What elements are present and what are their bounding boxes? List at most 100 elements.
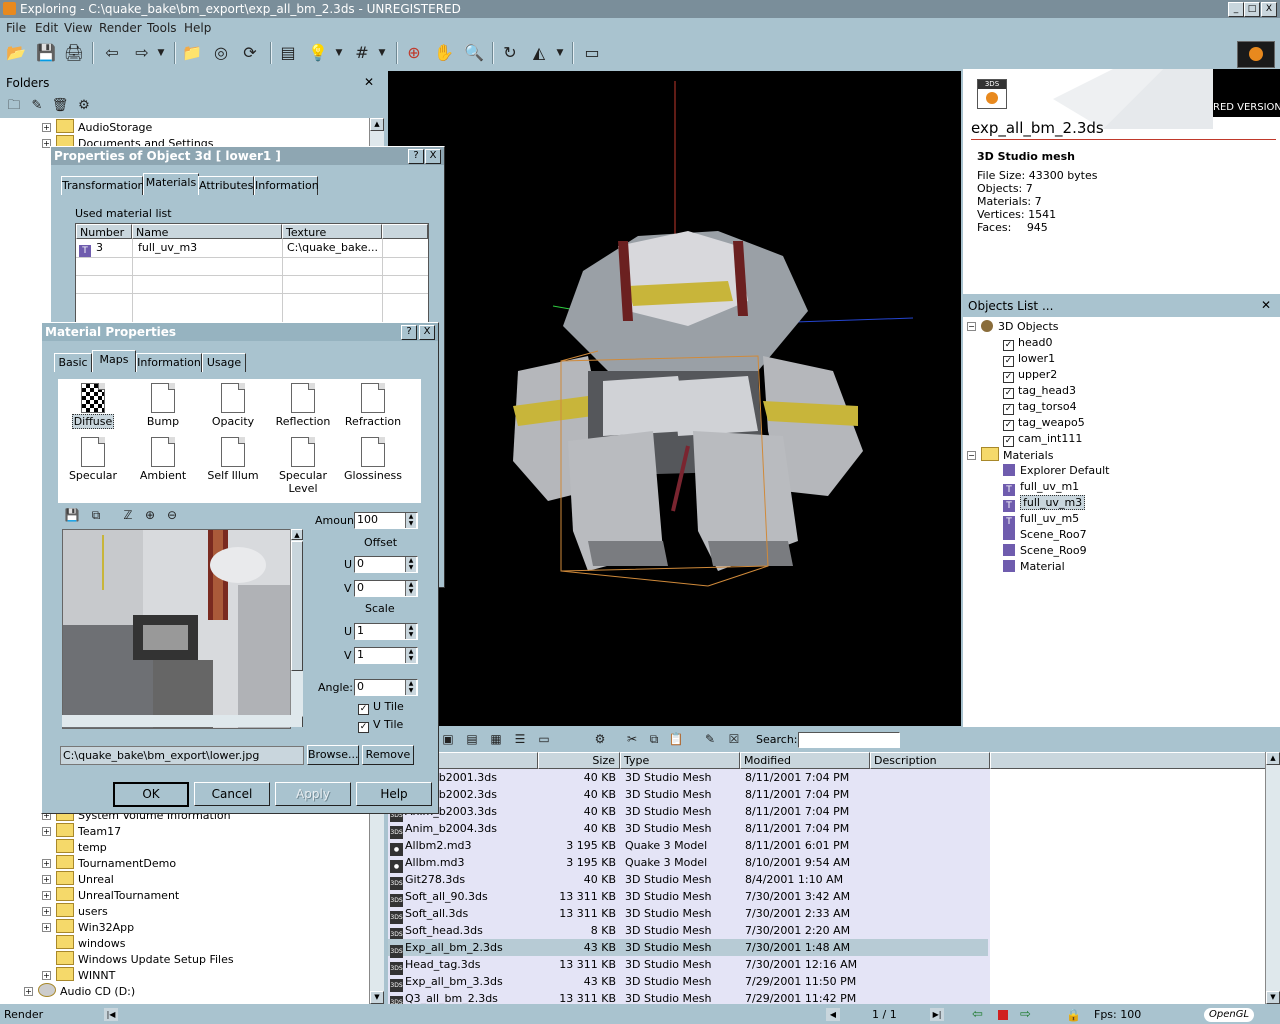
tree-root-objects[interactable]: −3D Objects — [967, 319, 1059, 335]
zoom-icon[interactable]: 🔍 — [462, 41, 486, 65]
material-row[interactable]: T3 full_uv_m3 C:\quake_bake... — [76, 239, 428, 258]
amount-stepper[interactable]: ▲ ▼ — [405, 513, 416, 528]
tree-root-materials[interactable]: − Materials — [967, 447, 1053, 463]
texture-preview-hscroll[interactable] — [62, 715, 302, 727]
tree-item[interactable]: + Audio CD (D:) — [24, 983, 135, 999]
page-prev-icon[interactable]: ◀ — [826, 1008, 840, 1021]
file-row[interactable]: 3DS Exp_all_bm_3.3ds 43 KB 3D Studio Mesh 7/… — [388, 973, 988, 992]
delete-icon[interactable]: ☒ — [722, 729, 746, 749]
tab-transformation[interactable]: Transformation — [61, 176, 145, 195]
tree-item[interactable]: + users — [42, 903, 108, 919]
tab-usage[interactable]: Usage — [202, 353, 246, 372]
close-button[interactable]: X — [1261, 2, 1277, 17]
print-icon[interactable]: 🖨 — [62, 41, 86, 65]
tab-information[interactable]: Information — [254, 176, 319, 195]
tree-item[interactable]: + Team17 — [42, 823, 121, 839]
menu-edit[interactable]: Edit — [35, 21, 58, 35]
stop-icon[interactable] — [998, 1010, 1008, 1020]
tab-maps[interactable]: Maps — [92, 350, 136, 372]
copy-icon[interactable]: ⧉ — [642, 729, 666, 749]
tree-item[interactable]: temp — [42, 839, 107, 855]
col-number[interactable]: Number — [76, 224, 132, 239]
file-row[interactable]: 3DS Soft_all_90.3ds 13 311 KB 3D Studio Mes… — [388, 888, 988, 907]
folder-new-icon[interactable]: 🗀 — [2, 94, 26, 118]
ok-button[interactable]: OK — [113, 782, 189, 807]
file-row-selected[interactable]: 3DS Exp_all_bm_2.3ds 43 KB 3D Studio Mesh 7/… — [388, 939, 988, 958]
filelist-view-icon[interactable]: ▣ — [436, 729, 460, 749]
rotate-icon[interactable]: ↻ — [498, 41, 522, 65]
zoom-out-icon[interactable]: ⊖ — [162, 505, 182, 525]
folder-delete-icon[interactable]: 🗑 — [48, 94, 72, 118]
filelist-view-icon[interactable]: ▦ — [484, 729, 508, 749]
map-self-illum[interactable]: Self Illum — [200, 437, 266, 482]
map-bump[interactable]: Bump — [130, 383, 196, 428]
file-row[interactable]: 3DSAnim_b2002.3ds40 KB3D Studio Mesh8/11… — [388, 786, 988, 805]
dropdown-icon[interactable]: ▼ — [333, 41, 345, 65]
view-icon[interactable]: ▤ — [276, 41, 300, 65]
object-item[interactable]: ✓ head0 — [1003, 335, 1052, 351]
object-item[interactable]: ✓ upper2 — [1003, 367, 1057, 383]
maximize-button[interactable]: □ — [1244, 2, 1260, 17]
scale-v-stepper[interactable]: ▲ ▼ — [405, 648, 416, 663]
object-item[interactable]: ✓ lower1 — [1003, 351, 1055, 367]
open-icon[interactable]: 📂 — [4, 41, 28, 65]
col-type[interactable]: Type — [620, 752, 740, 769]
angle-stepper[interactable]: ▲ ▼ — [405, 680, 416, 695]
col-description[interactable]: Description — [870, 752, 990, 769]
tree-item[interactable]: windows — [42, 935, 125, 951]
menu-help[interactable]: Help — [184, 21, 211, 35]
map-diffuse[interactable]: Diffuse — [60, 383, 126, 429]
menu-file[interactable]: File — [6, 21, 26, 35]
map-specular-level[interactable]: Specular Level — [270, 437, 336, 495]
dropdown-icon[interactable]: ▼ — [376, 41, 388, 65]
camera-icon[interactable]: ◭ — [527, 41, 551, 65]
status-scroll-left-icon[interactable]: |◀ — [104, 1008, 118, 1021]
material-close-button[interactable]: X — [419, 325, 435, 340]
help-button[interactable]: Help — [356, 782, 432, 806]
tree-item[interactable]: Windows Update Setup Files — [42, 951, 234, 967]
file-row[interactable]: 3DSAnim_b2001.3ds40 KB3D Studio Mesh8/11… — [388, 769, 988, 788]
viewport-3d[interactable] — [388, 71, 961, 726]
material-item[interactable]: Scene_Roo9 — [1003, 543, 1087, 559]
tab-basic[interactable]: Basic — [54, 353, 92, 372]
map-refraction[interactable]: Refraction — [340, 383, 406, 428]
folder-up-icon[interactable]: 📁 — [180, 41, 204, 65]
cancel-button[interactable]: Cancel — [194, 782, 270, 806]
scale-u-stepper[interactable]: ▲ ▼ — [405, 624, 416, 639]
page-next-icon[interactable]: ▶| — [930, 1008, 944, 1021]
material-item-selected[interactable]: Tfull_uv_m3 — [1003, 495, 1086, 512]
object-item[interactable]: ✓ tag_head3 — [1003, 383, 1076, 399]
menu-tools[interactable]: Tools — [147, 21, 177, 35]
menu-view[interactable]: View — [64, 21, 92, 35]
window-icon[interactable]: ▭ — [580, 41, 604, 65]
search-input[interactable] — [798, 732, 900, 748]
map-specular[interactable]: Specular — [60, 437, 126, 482]
v-tile-checkbox[interactable]: ✓ V Tile — [358, 718, 403, 733]
tab-materials[interactable]: Materials — [143, 173, 199, 195]
col-modified[interactable]: Modified — [740, 752, 870, 769]
file-row[interactable]: 3DS Anim_b2003.3ds 40 KB 3D Studio Mesh 8/11… — [388, 803, 988, 822]
material-item[interactable]: Scene_Roo7 — [1003, 527, 1087, 543]
menu-render[interactable]: Render — [99, 21, 142, 35]
filelist-scrollbar[interactable]: ▲ ▼ — [1265, 752, 1280, 1004]
map-ambient[interactable]: Ambient — [130, 437, 196, 482]
refresh-icon[interactable]: ⟳ — [238, 41, 262, 65]
tree-item[interactable]: + UnrealTournament — [42, 887, 179, 903]
back-icon[interactable]: ⇦ — [100, 41, 124, 65]
forward-icon[interactable]: ⇨ — [130, 41, 154, 65]
objects-close-icon[interactable]: ✕ — [1261, 298, 1271, 312]
material-item[interactable]: Tfull_uv_m5 — [1003, 511, 1079, 528]
filelist-view-icon[interactable]: ▭ — [532, 729, 556, 749]
lock-icon[interactable]: 🔒 — [1066, 1006, 1081, 1024]
minimize-button[interactable]: _ — [1228, 2, 1244, 17]
filelist-view-icon[interactable]: ☰ — [508, 729, 532, 749]
tree-item[interactable]: + Win32App — [42, 919, 134, 935]
texture-path-field[interactable]: C:\quake_bake\bm_export\lower.jpg — [60, 746, 304, 765]
file-row[interactable]: 3DS Git278.3ds 40 KB 3D Studio Mesh 8/4/2001… — [388, 871, 988, 890]
file-row[interactable]: 3DS Anim_b2004.3ds 40 KB 3D Studio Mesh 8/11… — [388, 820, 988, 839]
map-reflection[interactable]: Reflection — [270, 383, 336, 428]
tree-item[interactable]: + TournamentDemo — [42, 855, 176, 871]
props-help-button[interactable]: ? — [408, 149, 424, 164]
col-texture[interactable]: Texture — [282, 224, 382, 239]
disk-icon[interactable]: ◎ — [209, 41, 233, 65]
